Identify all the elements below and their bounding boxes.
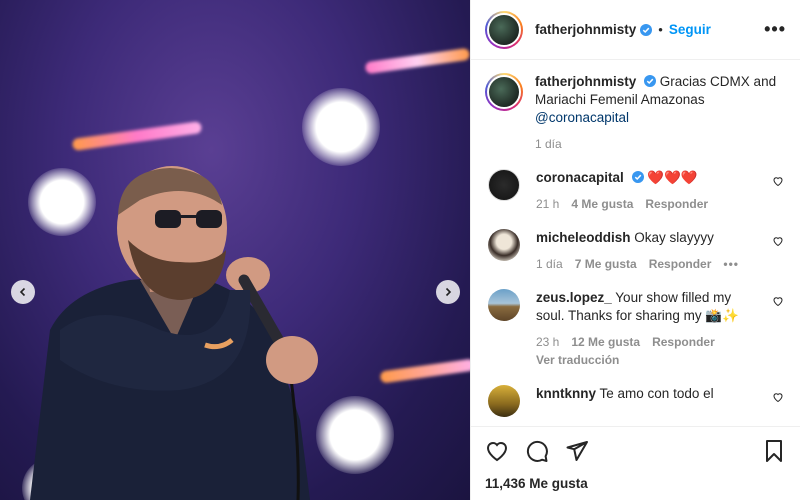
comment-like-heart-icon[interactable] bbox=[772, 175, 784, 187]
caption-author-avatar[interactable] bbox=[485, 73, 523, 111]
comment-like-heart-icon[interactable] bbox=[772, 391, 784, 403]
comment-time: 21 h bbox=[536, 197, 560, 211]
comment-username[interactable]: zeus.lopez_ bbox=[536, 290, 612, 305]
comment-text: ❤️❤️❤️ bbox=[647, 170, 698, 185]
comment-likes-count[interactable]: 7 Me gusta bbox=[575, 257, 637, 271]
comments-list[interactable]: fatherjohnmisty Gracias CDMX and Mariach… bbox=[471, 61, 800, 425]
comment-text: Okay slayyyy bbox=[634, 230, 714, 245]
caption-username[interactable]: fatherjohnmisty bbox=[535, 74, 636, 89]
next-photo-button[interactable] bbox=[436, 280, 460, 304]
comment-item: zeus.lopez_ Your show filled my soul. Th… bbox=[485, 289, 786, 367]
previous-photo-button[interactable] bbox=[11, 280, 35, 304]
paper-plane-icon[interactable] bbox=[565, 439, 589, 463]
comment-like-heart-icon[interactable] bbox=[772, 235, 784, 247]
post-header: fatherjohnmisty • Seguir ••• bbox=[471, 0, 800, 60]
post-side-panel: fatherjohnmisty • Seguir ••• fatherjohnm… bbox=[470, 0, 800, 500]
chevron-right-icon bbox=[445, 287, 452, 297]
comment-username[interactable]: micheleoddish bbox=[536, 230, 631, 245]
performer-figure bbox=[30, 166, 318, 500]
author-username[interactable]: fatherjohnmisty bbox=[535, 22, 636, 37]
post-actions-bar: 11,436 Me gusta bbox=[471, 426, 800, 491]
more-options-button[interactable]: ••• bbox=[764, 19, 786, 40]
comment-avatar[interactable] bbox=[488, 289, 520, 321]
chevron-left-icon bbox=[19, 287, 26, 297]
comment-bubble-icon[interactable] bbox=[525, 439, 549, 463]
comment-avatar[interactable] bbox=[488, 229, 520, 261]
author-avatar[interactable] bbox=[485, 10, 523, 49]
comment-avatar[interactable] bbox=[488, 385, 520, 417]
comment-time: 1 día bbox=[536, 257, 563, 271]
comment-avatar[interactable] bbox=[488, 169, 520, 201]
verified-badge-icon bbox=[631, 171, 644, 183]
separator-dot: • bbox=[658, 22, 663, 37]
comment-item: micheleoddish Okay slayyyy 1 día 7 Me gu… bbox=[485, 229, 786, 271]
verified-badge-icon bbox=[644, 75, 657, 87]
comment-likes-count[interactable]: 12 Me gusta bbox=[571, 335, 640, 349]
bookmark-icon[interactable] bbox=[762, 439, 786, 463]
reply-button[interactable]: Responder bbox=[649, 257, 712, 271]
comment-text: Te amo con todo el bbox=[599, 386, 714, 401]
comment-username[interactable]: knntknny bbox=[536, 386, 596, 401]
likes-count[interactable]: 11,436 Me gusta bbox=[485, 476, 786, 491]
post-caption: fatherjohnmisty Gracias CDMX and Mariach… bbox=[485, 73, 786, 151]
reply-button[interactable]: Responder bbox=[645, 197, 708, 211]
comment-username[interactable]: coronacapital bbox=[536, 170, 624, 185]
comment-like-heart-icon[interactable] bbox=[772, 295, 784, 307]
comment-options-button[interactable]: ••• bbox=[723, 257, 739, 271]
comment-item: knntknny Te amo con todo el bbox=[485, 385, 786, 417]
caption-mention-link[interactable]: @coronacapital bbox=[535, 110, 629, 125]
see-translation-link[interactable]: Ver traducción bbox=[536, 353, 619, 367]
caption-time: 1 día bbox=[535, 137, 562, 151]
comment-item: coronacapital ❤️❤️❤️ 21 h 4 Me gusta Res… bbox=[485, 169, 786, 211]
reply-button[interactable]: Responder bbox=[652, 335, 715, 349]
post-photo[interactable] bbox=[0, 0, 470, 500]
follow-button[interactable]: Seguir bbox=[669, 22, 711, 37]
comment-time: 23 h bbox=[536, 335, 560, 349]
verified-badge-icon bbox=[640, 23, 653, 36]
comment-likes-count[interactable]: 4 Me gusta bbox=[571, 197, 633, 211]
heart-icon[interactable] bbox=[485, 439, 509, 463]
